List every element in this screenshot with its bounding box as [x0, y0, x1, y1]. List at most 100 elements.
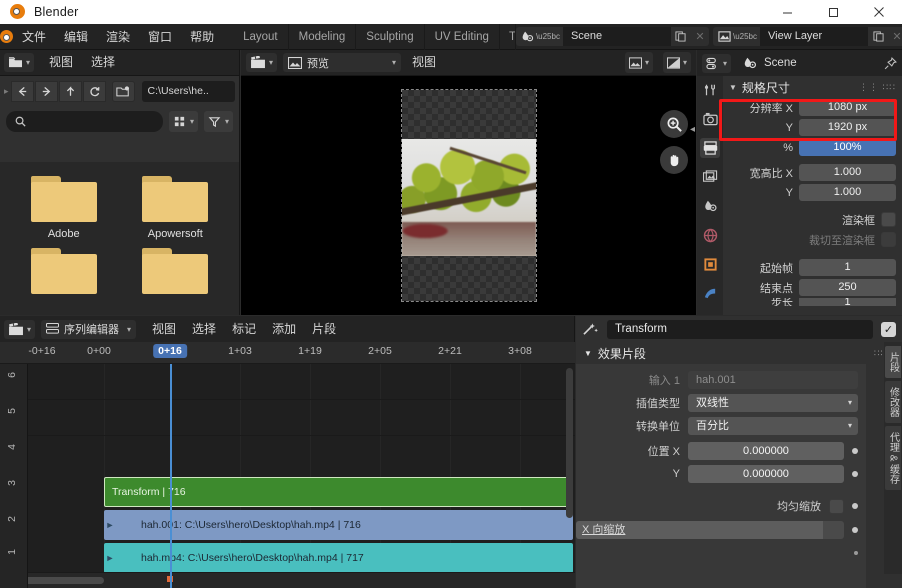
zoom-icon[interactable] — [660, 110, 688, 138]
strip-hah-mp4[interactable]: ► hah.mp4: C:\Users\hero\Desktop\hah.mp4… — [104, 543, 573, 573]
blender-menu-icon[interactable] — [0, 30, 13, 43]
timeline-ruler[interactable]: -0+16 0+00 0+16 1+03 1+19 2+05 2+21 3+08 — [0, 342, 575, 364]
modifier-icon[interactable] — [700, 283, 720, 303]
timeline-canvas[interactable]: 6 5 4 3 2 1 Transform | 716 — [0, 364, 575, 588]
tab-proxy-cache[interactable]: 代理 & 缓存 — [885, 426, 901, 490]
fb-menu-view[interactable]: 视图 — [40, 53, 82, 72]
aspect-x-field[interactable]: 1.000 — [799, 164, 896, 181]
animate-property-icon[interactable] — [852, 448, 858, 454]
seq-menu-marker[interactable]: 标记 — [224, 320, 264, 339]
editor-type-icon[interactable]: ▾ — [246, 53, 277, 72]
menu-file[interactable]: 文件 — [13, 24, 55, 50]
fb-menu-select[interactable]: 选择 — [82, 53, 124, 72]
strip-enable-checkbox[interactable]: ✓ — [881, 322, 896, 337]
position-y-field[interactable]: 0.000000 — [688, 465, 844, 483]
menu-render[interactable]: 渲染 — [97, 24, 139, 50]
editor-type-icon[interactable]: ▾ — [702, 54, 731, 73]
marker-bar[interactable] — [28, 572, 575, 588]
close-button[interactable] — [856, 0, 902, 24]
sidebar-toggle-icon[interactable]: ◂ — [690, 124, 695, 135]
list-item[interactable] — [120, 242, 232, 300]
tab-sculpting[interactable]: Sculpting — [356, 24, 424, 50]
animate-property-icon[interactable] — [852, 503, 858, 509]
menu-window[interactable]: 窗口 — [139, 24, 181, 50]
animate-property-icon[interactable] — [854, 551, 858, 555]
preview-canvas[interactable]: ◂ — [241, 76, 696, 315]
tool-icon[interactable] — [700, 80, 720, 100]
aspect-y-field[interactable]: 1.000 — [799, 184, 896, 201]
search-box[interactable] — [6, 111, 163, 132]
tab-strip[interactable]: 片段 — [885, 346, 901, 378]
display-mode-button[interactable]: ▾ — [169, 111, 198, 132]
object-icon[interactable] — [700, 254, 720, 274]
refresh-button[interactable] — [83, 81, 106, 102]
translation-unit-select[interactable]: 百分比 ▾ — [688, 417, 858, 435]
view-layer-icon[interactable]: \u25bc — [713, 27, 760, 46]
resolution-x-field[interactable]: 1080 px — [799, 99, 896, 116]
scene-icon[interactable]: \u25bc — [516, 27, 563, 46]
tab-layout[interactable]: Layout — [233, 24, 289, 50]
frame-end-field[interactable]: 250 — [799, 279, 896, 296]
region-toggle-icon[interactable]: ▸ — [4, 86, 9, 97]
directory-path-field[interactable]: C:\Users\he.. — [142, 81, 235, 102]
tab-texture-paint[interactable]: T· — [500, 24, 516, 50]
frame-start-field[interactable]: 1 — [799, 259, 896, 276]
resolution-y-field[interactable]: 1920 px — [799, 119, 896, 136]
preview-menu-view[interactable]: 视图 — [403, 53, 445, 72]
current-frame-indicator[interactable]: 0+16 — [153, 344, 187, 358]
back-button[interactable] — [11, 81, 34, 102]
editor-type-icon[interactable]: ▾ — [4, 320, 35, 339]
display-mode-select[interactable]: 预览 ▾ — [283, 53, 401, 72]
tab-uv-editing[interactable]: UV Editing — [425, 24, 500, 50]
seq-menu-add[interactable]: 添加 — [264, 320, 304, 339]
panel-header-format[interactable]: ▼ 规格尺寸 ⋮⋮ ∷∷ — [723, 76, 902, 98]
parent-directory-button[interactable] — [59, 81, 82, 102]
editor-type-icon[interactable]: ▾ — [4, 53, 34, 72]
viewlayer-name-field[interactable]: View Layer — [760, 27, 868, 46]
tab-modeling[interactable]: Modeling — [289, 24, 357, 50]
pin-icon[interactable] — [884, 57, 897, 70]
animate-property-icon[interactable] — [852, 471, 858, 477]
output-icon[interactable] — [700, 138, 720, 158]
list-item[interactable] — [8, 242, 120, 300]
vertical-scrollbar[interactable] — [566, 368, 573, 518]
animate-property-icon[interactable] — [852, 527, 858, 533]
strip-handle-icon[interactable]: ► — [104, 543, 116, 573]
new-folder-button[interactable] — [112, 81, 135, 102]
search-input[interactable] — [32, 115, 155, 127]
input1-field[interactable]: hah.001 — [688, 371, 858, 389]
interpolation-select[interactable]: 双线性 ▾ — [688, 394, 858, 412]
list-item[interactable]: Adobe — [8, 170, 120, 240]
viewlayer-unlink-button[interactable]: ✕ — [888, 27, 902, 46]
file-list[interactable]: Adobe Apowersoft — [0, 162, 239, 315]
strip-handle-icon[interactable]: ► — [104, 510, 116, 540]
strip-name-field[interactable]: Transform — [607, 320, 873, 339]
frame-step-field[interactable]: 1 — [799, 298, 896, 306]
playhead[interactable] — [170, 364, 172, 588]
seq-menu-select[interactable]: 选择 — [184, 320, 224, 339]
render-icon[interactable] — [700, 109, 720, 129]
world-icon[interactable] — [700, 225, 720, 245]
position-x-field[interactable]: 0.000000 — [688, 442, 844, 460]
maximize-button[interactable] — [810, 0, 856, 24]
strip-transform[interactable]: Transform | 716 — [104, 477, 573, 507]
scale-x-slider[interactable]: X 向缩放 — [576, 521, 844, 539]
seq-menu-strip[interactable]: 片段 — [304, 320, 344, 339]
render-region-checkbox[interactable] — [881, 212, 896, 227]
panel-options-icon[interactable]: ⋮⋮ ∷∷ — [859, 82, 896, 93]
scene-name-field[interactable]: Scene — [563, 27, 671, 46]
hand-icon[interactable] — [660, 146, 688, 174]
scene-icon[interactable] — [700, 196, 720, 216]
menu-help[interactable]: 帮助 — [181, 24, 223, 50]
sequencer-view-type-select[interactable]: 序列编辑器 ▾ — [41, 320, 136, 339]
overlays-button[interactable]: ▾ — [625, 52, 653, 73]
crop-to-render-region-checkbox[interactable] — [881, 232, 896, 247]
effect-strip-panel-header[interactable]: ▼ 效果片段 ∷∷∷ — [576, 342, 902, 364]
filter-button[interactable]: ▾ — [204, 111, 233, 132]
strip-hah-001[interactable]: ► hah.001: C:\Users\hero\Desktop\hah.mp4… — [104, 510, 573, 540]
gizmos-button[interactable]: ▾ — [663, 52, 691, 73]
resolution-percent-field[interactable]: 100% — [799, 139, 896, 156]
forward-button[interactable] — [35, 81, 58, 102]
scene-unlink-button[interactable]: ✕ — [691, 27, 709, 46]
viewlayer-new-button[interactable] — [868, 27, 888, 46]
